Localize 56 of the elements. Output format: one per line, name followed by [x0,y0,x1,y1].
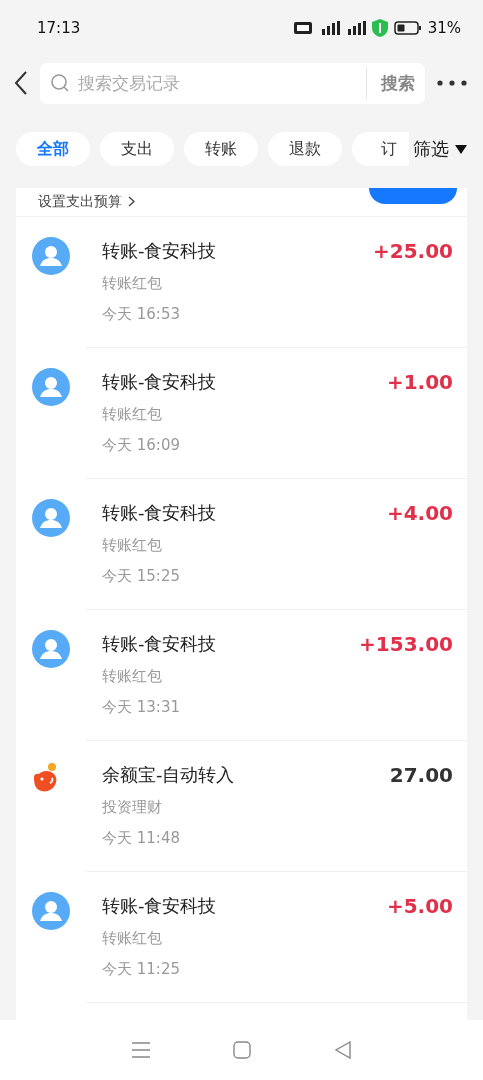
caret-icon [455,144,467,154]
person-avatar-icon [32,499,70,537]
transaction-amount: +153.00 [359,632,453,656]
filter-tab[interactable]: 转账 [184,132,258,166]
search-button[interactable]: 搜索 [366,67,415,99]
person-avatar-icon [32,237,70,275]
transaction-time: 今天 11:48 [102,828,181,849]
signal-icon [345,21,366,35]
transaction-title: 转账-食安科技 [102,239,218,263]
transaction-time: 今天 11:25 [102,959,181,980]
home-icon[interactable] [233,1041,252,1059]
transaction-category: 转账红包 [102,928,163,949]
transaction-time: 今天 16:53 [102,304,181,325]
transaction-amount: +1.00 [386,370,453,394]
transaction-time: 今天 15:25 [102,566,181,587]
shield-icon [371,19,388,37]
transaction-row[interactable]: 转账-食安科技 +153.00 转账红包 今天 13:31 [16,610,467,741]
search-icon [50,73,70,93]
transaction-category: 转账红包 [102,273,163,294]
back-icon[interactable] [14,71,28,95]
filter-tab[interactable]: 退款 [268,132,342,166]
transaction-amount: +5.00 [386,894,453,918]
transaction-title: 余额宝-自动转入 [102,763,236,787]
battery-percent: 31% [427,19,461,37]
transaction-row[interactable]: 余额宝-自动转入 27.00 投资理财 今天 11:48 [16,741,467,872]
menu-icon[interactable] [131,1042,150,1058]
filter-tab[interactable]: 订 [352,132,409,166]
person-avatar-icon [32,368,70,406]
transaction-time: 今天 13:31 [102,697,181,718]
more-icon[interactable] [437,80,467,86]
chevron-icon [128,195,135,207]
filter-tab[interactable]: 支出 [100,132,174,166]
status-time: 17:13 [37,19,81,37]
transaction-category: 转账红包 [102,404,163,425]
transaction-time: 今天 16:09 [102,435,181,456]
transaction-row[interactable]: 转账-食安科技 +4.00 转账红包 今天 15:25 [16,479,467,610]
transaction-category: 投资理财 [102,797,163,818]
search-field[interactable]: 搜索交易记录 搜索 [40,62,425,104]
filter-tab[interactable]: 全部 [16,132,90,166]
battery-icon [393,21,422,35]
transaction-title: 转账-食安科技 [102,632,218,656]
budget-link[interactable]: 设置支出预算 [38,192,135,216]
transaction-title: 转账-食安科技 [102,370,218,394]
transaction-title: 转账-食安科技 [102,894,218,918]
person-avatar-icon [32,630,70,668]
transaction-title: 转账-食安科技 [102,501,218,525]
person-avatar-icon [32,892,70,930]
budget-button[interactable] [369,188,457,204]
transaction-amount: +25.00 [372,239,453,263]
transaction-amount: 27.00 [389,763,453,787]
transaction-category: 转账红包 [102,535,163,556]
transaction-category: 转账红包 [102,666,163,687]
transaction-row[interactable]: 转账-食安科技 +5.00 转账红包 今天 11:25 [16,872,467,1003]
transaction-row[interactable]: 转账-食安科技 +1.00 转账红包 今天 16:09 [16,348,467,479]
transaction-row[interactable]: 转账-食安科技 +25.00 转账红包 今天 16:53 [16,217,467,348]
transaction-amount: +4.00 [386,501,453,525]
